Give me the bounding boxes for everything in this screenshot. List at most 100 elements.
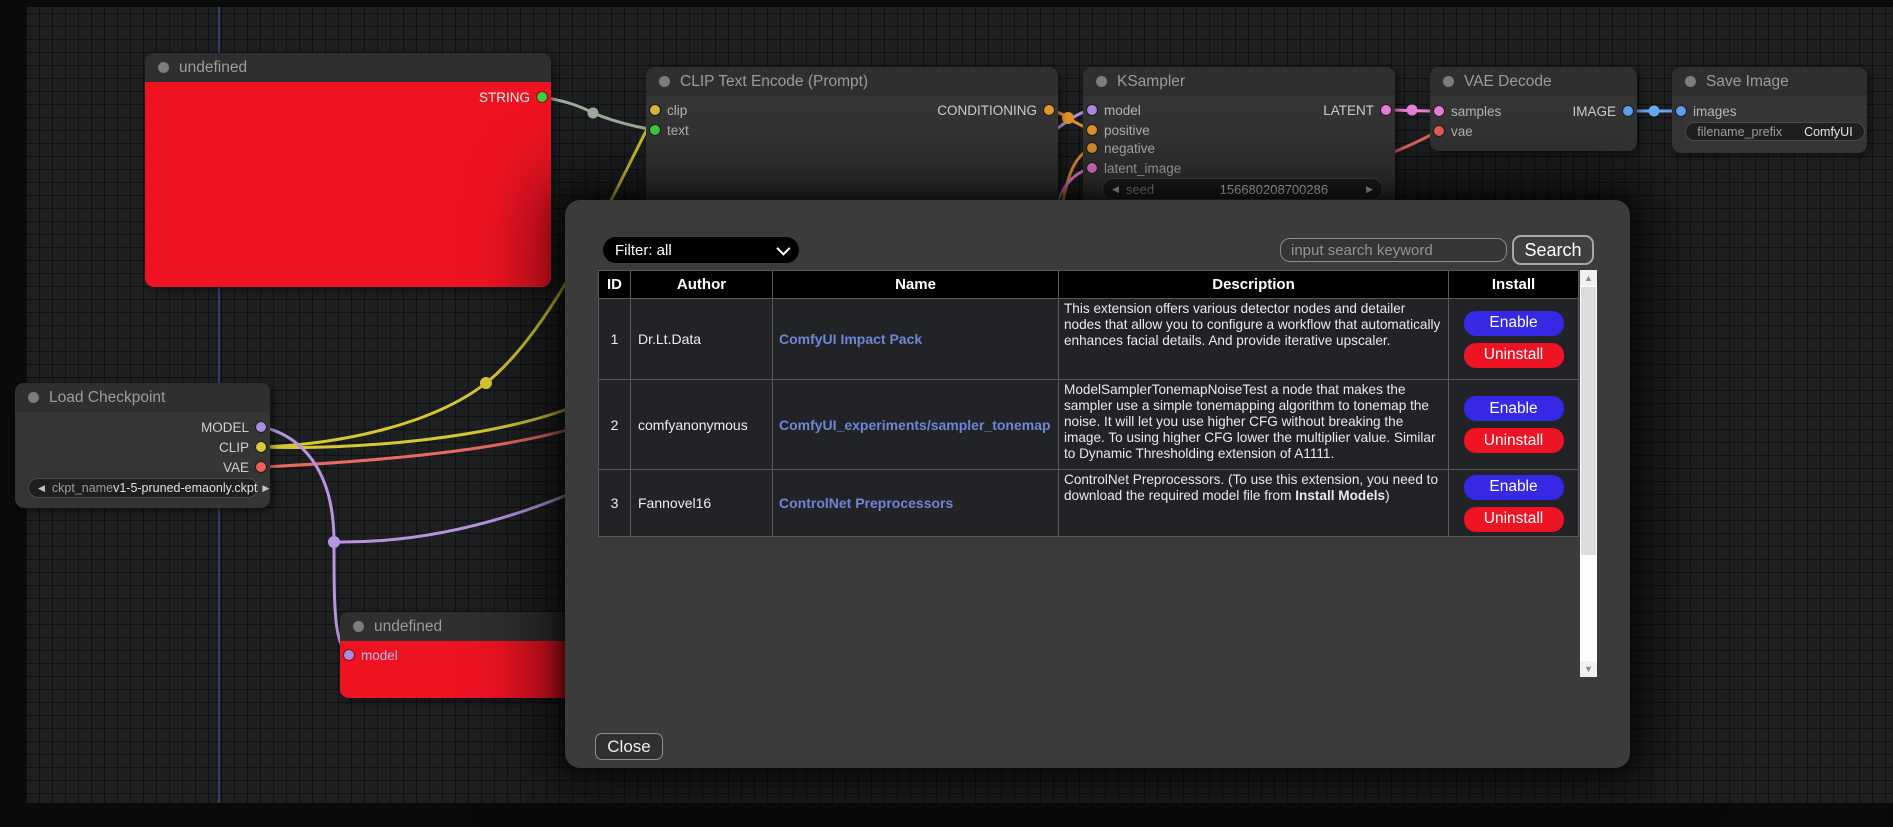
node-clip-text-encode[interactable]: CLIP Text Encode (Prompt) clip text COND… <box>646 67 1058 212</box>
input-port-dot[interactable] <box>1087 125 1097 135</box>
node-load-checkpoint[interactable]: Load Checkpoint MODEL CLIP VAE ◀ ckpt_na… <box>15 383 270 508</box>
node-title: Load Checkpoint <box>49 389 165 407</box>
reroute-dot-latent[interactable] <box>1407 105 1418 116</box>
node-status-dot-icon <box>1443 76 1454 87</box>
output-port-dot[interactable] <box>1044 105 1054 115</box>
input-port-dot[interactable] <box>1087 105 1097 115</box>
node-title: Save Image <box>1706 73 1789 91</box>
filter-dropdown[interactable]: Filter: all <box>603 237 799 263</box>
input-vae[interactable]: vae <box>1434 121 1473 141</box>
input-images[interactable]: images <box>1676 101 1737 121</box>
seed-widget[interactable]: ◀ seed 156680208700286 ▶ <box>1102 178 1383 200</box>
output-vae[interactable]: VAE <box>223 457 266 477</box>
output-port-dot[interactable] <box>256 462 266 472</box>
cell-install: Enable Uninstall <box>1449 380 1579 470</box>
reroute-dot-clip[interactable] <box>480 377 492 389</box>
input-clip[interactable]: clip <box>650 100 687 120</box>
node-status-dot-icon <box>158 62 169 73</box>
output-image[interactable]: IMAGE <box>1572 101 1633 121</box>
output-latent[interactable]: LATENT <box>1323 100 1391 120</box>
node-vae-decode[interactable]: VAE Decode samples vae IMAGE <box>1430 67 1637 151</box>
cell-name: ControlNet Preprocessors <box>773 470 1059 537</box>
extension-link[interactable]: ControlNet Preprocessors <box>779 495 953 511</box>
input-model[interactable]: model <box>1087 100 1141 120</box>
node-titlebar[interactable]: Load Checkpoint <box>15 383 270 412</box>
output-clip[interactable]: CLIP <box>219 437 266 457</box>
input-samples[interactable]: samples <box>1434 101 1501 121</box>
increment-arrow-icon[interactable]: ▶ <box>1366 184 1373 195</box>
scrollbar-thumb[interactable] <box>1581 287 1596 555</box>
input-port-dot[interactable] <box>650 105 660 115</box>
scroll-down-icon[interactable]: ▼ <box>1580 661 1597 677</box>
widget-label: ckpt_name <box>52 481 113 495</box>
uninstall-button[interactable]: Uninstall <box>1464 428 1564 453</box>
output-port-dot[interactable] <box>537 92 547 102</box>
search-button[interactable]: Search <box>1512 235 1594 265</box>
output-port-dot[interactable] <box>1381 105 1391 115</box>
node-titlebar[interactable]: CLIP Text Encode (Prompt) <box>646 67 1058 96</box>
enable-button[interactable]: Enable <box>1464 475 1564 500</box>
extension-link[interactable]: ComfyUI_experiments/sampler_tonemap <box>779 417 1051 433</box>
close-button[interactable]: Close <box>595 733 663 760</box>
header-name: Name <box>773 271 1059 299</box>
input-port-dot[interactable] <box>1434 106 1444 116</box>
reroute-dot-string[interactable] <box>588 108 599 119</box>
cell-id: 3 <box>599 470 631 537</box>
node-undefined-top[interactable]: undefined STRING <box>145 53 551 287</box>
node-title: CLIP Text Encode (Prompt) <box>680 73 868 91</box>
output-port-dot[interactable] <box>1623 106 1633 116</box>
output-model[interactable]: MODEL <box>201 417 266 437</box>
ckpt-name-widget[interactable]: ◀ ckpt_name v1-5-pruned-emaonly.ckpt ▶ <box>28 478 258 498</box>
node-titlebar[interactable]: undefined <box>340 612 580 641</box>
header-install: Install <box>1449 271 1579 299</box>
increment-arrow-icon[interactable]: ▶ <box>262 483 269 494</box>
table-scrollbar[interactable]: ▲ ▼ <box>1580 270 1597 677</box>
output-port-dot[interactable] <box>256 442 266 452</box>
filename-prefix-widget[interactable]: filename_prefix ComfyUI <box>1685 122 1865 141</box>
input-port-dot[interactable] <box>650 125 660 135</box>
node-status-dot-icon <box>659 76 670 87</box>
decrement-arrow-icon[interactable]: ◀ <box>38 483 45 494</box>
node-titlebar[interactable]: Save Image <box>1672 67 1867 96</box>
input-positive[interactable]: positive <box>1087 120 1150 140</box>
enable-button[interactable]: Enable <box>1464 311 1564 336</box>
input-port-dot[interactable] <box>1676 106 1686 116</box>
input-latent-image[interactable]: latent_image <box>1087 158 1181 178</box>
node-undefined-bottom[interactable]: undefined model <box>340 612 580 698</box>
node-titlebar[interactable]: KSampler <box>1083 67 1395 96</box>
input-model[interactable]: model <box>344 645 398 665</box>
enable-button[interactable]: Enable <box>1464 396 1564 421</box>
node-status-dot-icon <box>353 621 364 632</box>
output-port-dot[interactable] <box>256 422 266 432</box>
widget-value: ComfyUI <box>1804 125 1853 139</box>
node-status-dot-icon <box>1685 76 1696 87</box>
link-string-to-text <box>542 97 656 130</box>
input-port-dot[interactable] <box>1087 143 1097 153</box>
widget-value: 156680208700286 <box>1220 182 1328 197</box>
node-save-image[interactable]: Save Image images filename_prefix ComfyU… <box>1672 67 1867 153</box>
uninstall-button[interactable]: Uninstall <box>1464 507 1564 532</box>
cell-author: comfyanonymous <box>631 380 773 470</box>
scroll-up-icon[interactable]: ▲ <box>1580 270 1597 286</box>
input-text[interactable]: text <box>650 120 689 140</box>
input-negative[interactable]: negative <box>1087 138 1155 158</box>
input-port-dot[interactable] <box>344 650 354 660</box>
extension-link[interactable]: ComfyUI Impact Pack <box>779 331 922 347</box>
output-string[interactable]: STRING <box>479 87 547 107</box>
input-port-dot[interactable] <box>1087 163 1097 173</box>
decrement-arrow-icon[interactable]: ◀ <box>1112 184 1119 195</box>
reroute-dot-model[interactable] <box>328 536 340 548</box>
cell-install: Enable Uninstall <box>1449 470 1579 537</box>
search-input[interactable] <box>1280 238 1507 262</box>
node-ksampler[interactable]: KSampler model positive negative latent_… <box>1083 67 1395 207</box>
reroute-dot-conditioning[interactable] <box>1062 112 1074 124</box>
node-titlebar[interactable]: undefined <box>145 53 551 82</box>
widget-value: v1-5-pruned-emaonly.ckpt <box>113 481 257 495</box>
output-conditioning[interactable]: CONDITIONING <box>937 100 1054 120</box>
comfyui-canvas[interactable]: undefined STRING CLIP Text Encode (Promp… <box>0 0 1893 827</box>
input-port-dot[interactable] <box>1434 126 1444 136</box>
node-titlebar[interactable]: VAE Decode <box>1430 67 1637 96</box>
reroute-dot-image[interactable] <box>1649 106 1660 117</box>
uninstall-button[interactable]: Uninstall <box>1464 343 1564 368</box>
node-title: undefined <box>179 59 247 77</box>
